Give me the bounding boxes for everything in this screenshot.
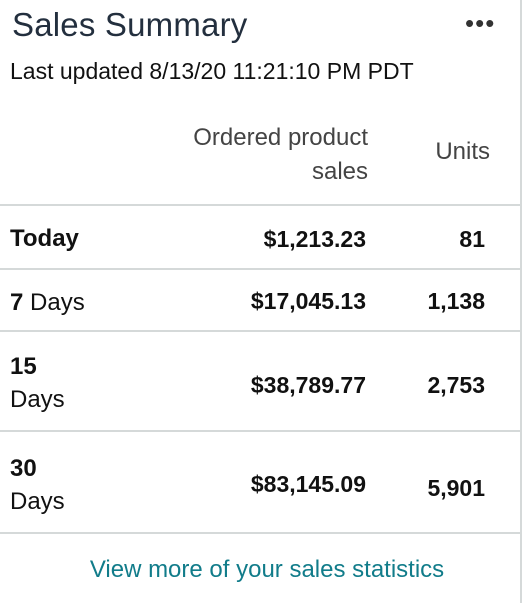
row-label: Today [10,225,79,252]
column-header-sales: Ordered product sales [193,124,368,185]
row-label-number: 7 [10,289,24,316]
row-units: 81 [459,226,485,252]
row-units: 1,138 [427,288,485,314]
table-row-today: Today $1,213.23 81 [0,206,522,268]
row-label: 7 Days [10,286,85,319]
row-label-number: 15 [10,353,37,380]
row-sales: $83,145.09 [250,471,366,497]
table-divider [0,532,522,534]
row-sales: $17,045.13 [250,288,366,314]
last-updated-text: Last updated 8/13/20 11:21:10 PM PDT [10,58,414,84]
row-units: 2,753 [427,372,485,398]
table-row-15-days: 15 Days $38,789.77 2,753 [0,332,522,430]
row-label-number: 30 [10,455,37,482]
row-label: 15 Days [10,350,65,416]
sales-summary-card: Sales Summary ••• Last updated 8/13/20 1… [0,0,522,603]
row-label: 30 Days [10,452,65,518]
more-horizontal-icon[interactable]: ••• [465,8,495,39]
column-header-units: Units [435,138,490,165]
row-units: 5,901 [427,475,485,501]
row-label-unit: Days [10,488,65,515]
row-label-unit: Days [10,386,65,413]
widget-title: Sales Summary [12,6,248,43]
table-row-7-days: 7 Days $17,045.13 1,138 [0,270,522,330]
row-label-unit: Days [30,289,85,316]
row-sales: $1,213.23 [263,226,366,252]
table-row-30-days: 30 Days $83,145.09 5,901 [0,432,522,532]
view-more-sales-link[interactable]: View more of your sales statistics [0,556,528,584]
row-sales: $38,789.77 [250,372,366,398]
